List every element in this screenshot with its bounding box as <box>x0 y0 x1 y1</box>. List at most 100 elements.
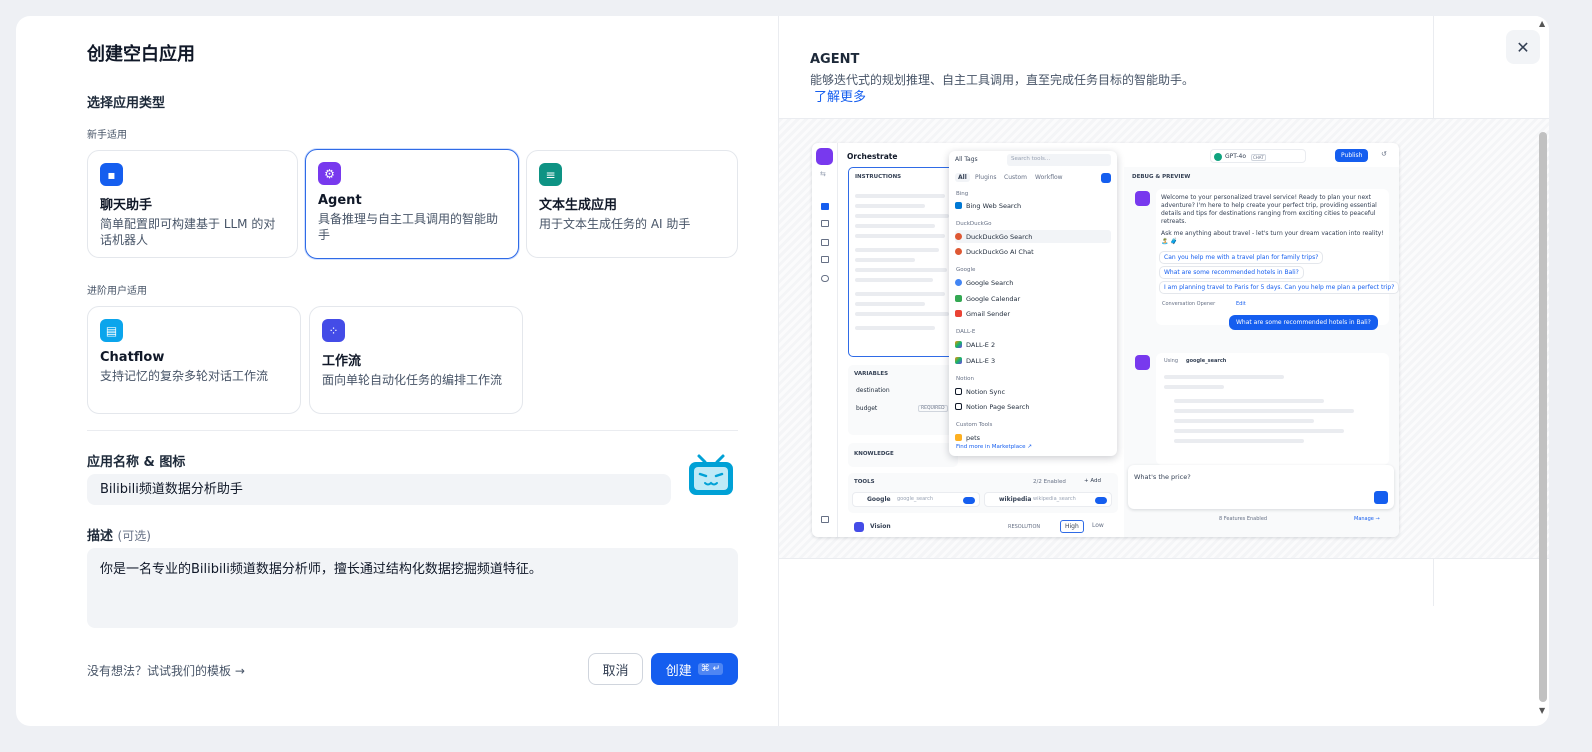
tool-item[interactable]: Google Search <box>955 276 1111 289</box>
tool-item[interactable]: DuckDuckGo Search <box>955 230 1111 243</box>
suggestion-chip[interactable]: Can you help me with a travel plan for f… <box>1159 251 1324 264</box>
app-name-input[interactable]: Bilibili频道数据分析助手 <box>87 474 671 505</box>
card-chat-assistant[interactable]: ▪ 聊天助手 简单配置即可构建基于 LLM 的对话机器人 <box>87 150 298 258</box>
template-hint-link[interactable]: 没有想法？试试我们的模板 → <box>87 662 245 679</box>
variable-item: destination <box>856 387 890 394</box>
preview-desc: 能够迭代式的规划推理、自主工具调用，直至完成任务目标的智能助手。 <box>810 73 1195 87</box>
desc-textarea[interactable]: 你是一名专业的Bilibili频道数据分析师，擅长通过结构化数据挖掘频道特征。 <box>87 548 738 628</box>
variables-label: VARIABLES <box>854 371 889 377</box>
scroll-up-arrow[interactable]: ▲ <box>1539 19 1545 28</box>
tool-item[interactable]: DALL-E 3 <box>955 354 1111 367</box>
publish-button[interactable]: Publish <box>1335 149 1369 162</box>
create-label: 创建 <box>665 663 692 679</box>
group-label: Notion <box>956 376 975 382</box>
create-button[interactable]: 创建 ⌘ ↵ <box>651 653 738 685</box>
suggestion-chip[interactable]: What are some recommended hotels in Bali… <box>1159 266 1304 279</box>
tab-workflow[interactable]: Workflow <box>1035 174 1063 181</box>
tab-custom[interactable]: Custom <box>1004 174 1027 181</box>
openai-icon <box>1214 153 1222 161</box>
toggle-switch[interactable] <box>963 497 975 504</box>
duckduckgo-icon <box>955 248 962 255</box>
tools-label: TOOLS <box>854 479 875 485</box>
text-line <box>1174 429 1344 433</box>
tool-item[interactable]: Notion Page Search <box>955 400 1111 413</box>
edit-link[interactable]: Edit <box>1236 301 1246 307</box>
create-app-modal: 创建空白应用 选择应用类型 新手适用 ▪ 聊天助手 简单配置即可构建基于 LLM… <box>16 16 1549 726</box>
tool-item[interactable]: pets <box>955 431 1111 444</box>
resolution-high[interactable]: High <box>1060 520 1084 533</box>
collapse-icon <box>821 516 829 523</box>
welcome-text: Welcome to your personalized travel serv… <box>1161 194 1377 225</box>
text-line <box>1174 419 1314 423</box>
find-more-link[interactable]: Find more in Marketplace ↗ <box>956 444 1032 450</box>
tools-enabled: 2/2 Enabled <box>1033 479 1066 485</box>
text-line <box>855 224 935 228</box>
resolution-low[interactable]: Low <box>1092 522 1104 529</box>
bot-avatar <box>1135 191 1150 206</box>
history-icon[interactable]: ↺ <box>1381 150 1387 158</box>
tool-item[interactable]: DuckDuckGo AI Chat <box>955 245 1111 258</box>
card-title: 工作流 <box>322 354 362 369</box>
tool-label: Google Calendar <box>966 294 1021 303</box>
knowledge-box: KNOWLEDGE <box>848 443 958 467</box>
text-line <box>1174 439 1304 443</box>
required-badge: REQUIRED <box>918 405 948 412</box>
card-text-generation[interactable]: ≡ 文本生成应用 用于文本生成任务的 AI 助手 <box>526 150 738 258</box>
knowledge-label: KNOWLEDGE <box>854 451 894 457</box>
features-label: 8 Features Enabled <box>1219 516 1268 522</box>
cancel-button[interactable]: 取消 <box>588 653 643 685</box>
text-line <box>855 326 935 330</box>
card-workflow[interactable]: ⁘ 工作流 面向单轮自动化任务的编排工作流 <box>309 306 523 414</box>
gmail-icon <box>955 310 962 317</box>
text-line <box>1164 385 1224 389</box>
tool-label: Notion Sync <box>966 387 1006 396</box>
scroll-down-arrow[interactable]: ▼ <box>1539 706 1545 715</box>
text-line <box>855 312 949 316</box>
tool-item[interactable]: Bing Web Search <box>955 199 1111 212</box>
tool-label: Google Search <box>966 278 1014 287</box>
group-label: Custom Tools <box>956 422 993 428</box>
custom-tool-icon <box>955 434 962 441</box>
tool-label: Bing Web Search <box>966 201 1022 210</box>
suggestion-chip[interactable]: I am planning travel to Paris for 5 days… <box>1159 281 1399 294</box>
tool-item[interactable]: Google Calendar <box>955 292 1111 305</box>
model-selector[interactable]: GPT-4o CHAT <box>1210 149 1306 163</box>
tab-all[interactable]: All <box>955 173 970 182</box>
manage-link[interactable]: Manage → <box>1354 516 1380 522</box>
variables-box: VARIABLES destination budget REQUIRED <box>848 365 958 435</box>
text-line <box>1174 399 1324 403</box>
learn-more-link[interactable]: 了解更多 <box>814 86 866 105</box>
toggle-switch[interactable] <box>1095 497 1107 504</box>
tool-item[interactable]: DALL-E 2 <box>955 338 1111 351</box>
agent-icon: ⚙ <box>318 162 341 185</box>
search-tools-input[interactable]: Search tools... <box>1007 154 1111 166</box>
modal-title: 创建空白应用 <box>87 44 195 65</box>
add-tool-button[interactable]: + Add <box>1084 478 1101 484</box>
scrollbar[interactable] <box>1539 132 1547 702</box>
tool-sub: wikipedia_search <box>1033 496 1076 502</box>
divider <box>87 430 738 431</box>
tool-item[interactable]: Gmail Sender <box>955 307 1111 320</box>
tool-name: wikipedia <box>999 496 1032 503</box>
tab-plugins[interactable]: Plugins <box>975 174 997 181</box>
tool-wikipedia: wikipedia wikipedia_search <box>984 492 1112 507</box>
workflow-icon: ⁘ <box>322 319 345 342</box>
tool-label: DuckDuckGo Search <box>966 232 1033 241</box>
card-agent[interactable]: ⚙ Agent 具备推理与自主工具调用的智能助手 <box>305 149 519 259</box>
group-beginner-label: 新手适用 <box>87 130 127 141</box>
app-icon-picker[interactable] <box>686 452 736 500</box>
nav-icon <box>821 220 829 227</box>
all-tags-dropdown[interactable]: All Tags <box>955 156 978 163</box>
shortcut-badge: ⌘ ↵ <box>697 663 724 675</box>
text-line <box>855 194 945 198</box>
text-line <box>855 278 933 282</box>
plus-icon[interactable] <box>1101 173 1111 183</box>
tool-item[interactable]: Notion Sync <box>955 385 1111 398</box>
card-chatflow[interactable]: ▤ Chatflow 支持记忆的复杂多轮对话工作流 <box>87 306 301 414</box>
vision-label: Vision <box>870 523 891 530</box>
using-tool: google_search <box>1186 358 1227 364</box>
close-button[interactable]: ✕ <box>1506 30 1540 64</box>
tool-name: Google <box>867 496 891 503</box>
send-icon[interactable] <box>1374 491 1388 504</box>
chat-input[interactable]: What's the price? <box>1128 465 1394 509</box>
